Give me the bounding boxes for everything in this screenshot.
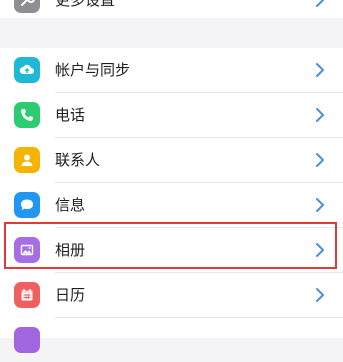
settings-row-contacts[interactable]: 联系人 xyxy=(0,138,343,182)
chevron-right-icon xyxy=(316,198,324,212)
settings-row-label: 更多设置 xyxy=(55,0,116,9)
settings-row-label: 信息 xyxy=(55,196,86,214)
settings-row-phone[interactable]: 电话 xyxy=(0,93,343,137)
settings-row-partial[interactable] xyxy=(0,318,343,362)
unknown-app-icon xyxy=(14,327,40,353)
wrench-icon xyxy=(14,0,40,13)
chevron-right-icon xyxy=(316,288,324,302)
message-icon xyxy=(14,192,40,218)
settings-row-label: 联系人 xyxy=(55,151,101,169)
calendar-icon xyxy=(14,282,40,308)
settings-row-more-settings[interactable]: 更多设置 xyxy=(0,0,343,22)
chevron-right-icon xyxy=(316,108,324,122)
cloud-sync-icon xyxy=(14,57,40,83)
settings-row-label: 电话 xyxy=(55,106,86,124)
settings-row-label: 帐户与同步 xyxy=(55,61,131,79)
settings-row-calendar[interactable]: 日历 xyxy=(0,273,343,317)
highlight-box xyxy=(4,222,337,269)
contact-icon xyxy=(14,147,40,173)
settings-row-messages[interactable]: 信息 xyxy=(0,183,343,227)
chevron-right-icon xyxy=(316,63,324,77)
settings-row-account-sync[interactable]: 帐户与同步 xyxy=(0,48,343,92)
settings-row-label: 日历 xyxy=(55,286,86,304)
phone-icon xyxy=(14,102,40,128)
chevron-right-icon xyxy=(316,0,324,7)
chevron-right-icon xyxy=(316,153,324,167)
